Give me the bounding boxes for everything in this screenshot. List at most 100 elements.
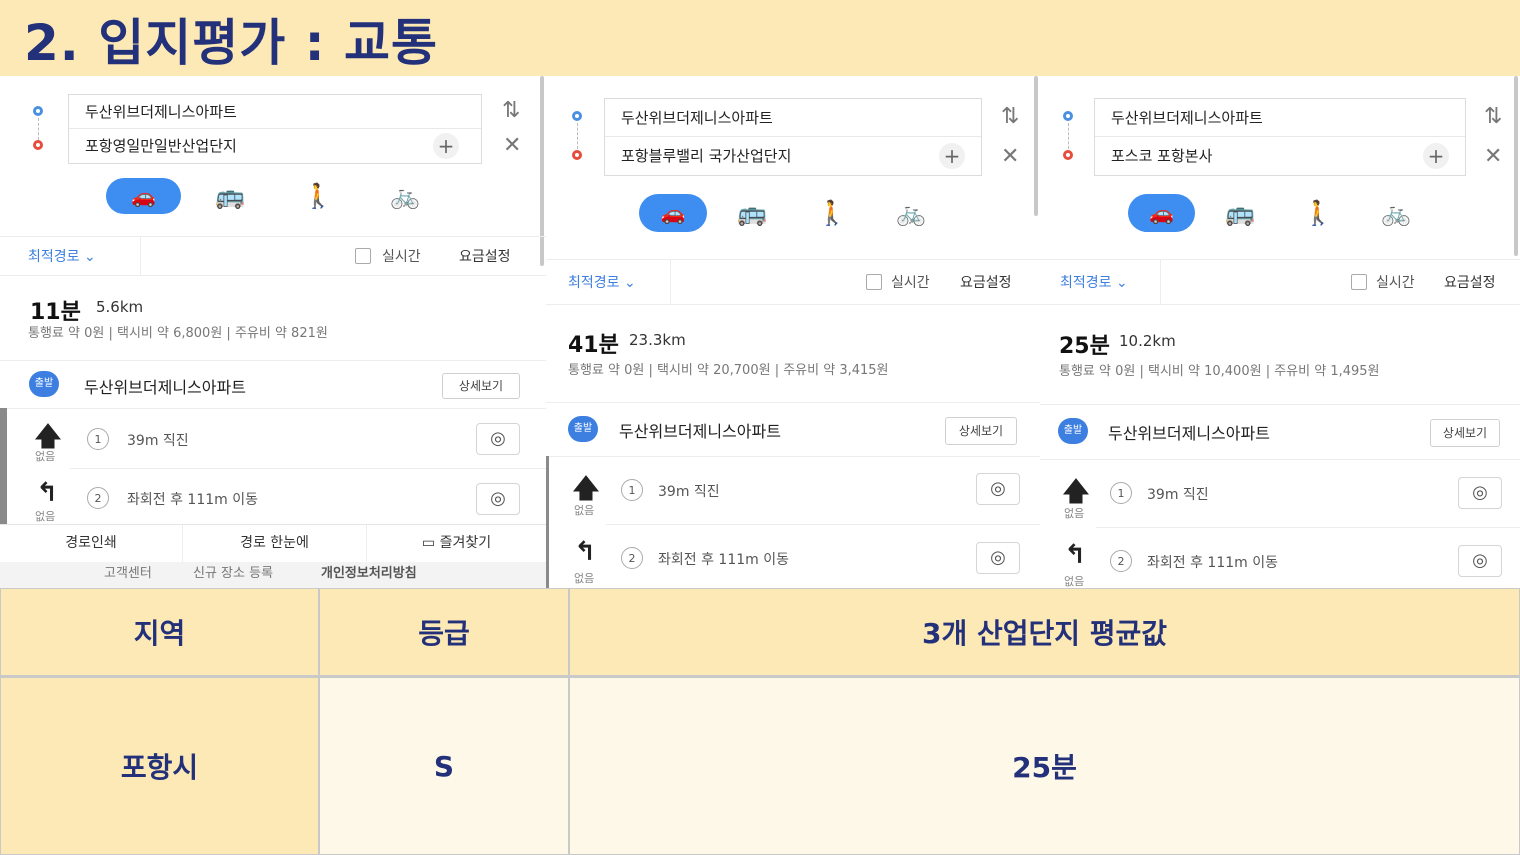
route-connector bbox=[38, 118, 39, 140]
car-mode-icon[interactable]: 🚗 bbox=[1128, 194, 1195, 232]
fee-setting-link[interactable]: 요금설정 bbox=[960, 272, 1012, 292]
customer-center-link[interactable]: 고객센터 bbox=[104, 562, 152, 586]
route-panel-3: 두산위브더제니스아파트 포스코 포항본사 + ⇅ ✕ 🚗 🚌 🚶 🚲 최적경로 … bbox=[1040, 76, 1520, 588]
destination-input[interactable]: 포스코 포항본사 bbox=[1095, 137, 1465, 175]
walk-mode-icon[interactable]: 🚶 bbox=[1300, 196, 1336, 230]
step-text: 39m 직진 bbox=[127, 433, 189, 449]
left-turn-arrow-icon: ↰ bbox=[1064, 540, 1086, 570]
add-waypoint-icon[interactable]: + bbox=[939, 143, 965, 169]
fee-setting-link[interactable]: 요금설정 bbox=[459, 246, 511, 266]
camera-icon[interactable]: ◎ bbox=[1458, 545, 1502, 577]
add-waypoint-icon[interactable]: + bbox=[1423, 143, 1449, 169]
route-overview-button[interactable]: 경로 한눈에 bbox=[183, 525, 366, 561]
best-route-dropdown[interactable]: 최적경로 ⌄ bbox=[28, 246, 96, 266]
camera-icon[interactable]: ◎ bbox=[476, 423, 520, 455]
start-pin-icon: 출발 bbox=[29, 371, 59, 397]
taxi-cost: 택시비 약 10,400원 bbox=[1148, 364, 1262, 379]
camera-icon[interactable]: ◎ bbox=[476, 483, 520, 515]
route-action-bar: 경로인쇄 경로 한눈에 ▭ 즐겨찾기 bbox=[0, 524, 546, 563]
best-route-label: 최적경로 bbox=[568, 275, 620, 291]
toll-cost: 통행료 약 0원 bbox=[1059, 364, 1136, 379]
realtime-checkbox[interactable] bbox=[866, 274, 882, 290]
camera-icon[interactable]: ◎ bbox=[976, 542, 1020, 574]
route-options: 최적경로 ⌄ 실시간 요금설정 bbox=[546, 259, 1040, 305]
divider bbox=[70, 468, 546, 469]
camera-icon[interactable]: ◎ bbox=[1458, 477, 1502, 509]
bus-mode-icon[interactable]: 🚌 bbox=[1222, 196, 1258, 230]
taxi-cost: 택시비 약 20,700원 bbox=[657, 363, 771, 378]
walk-mode-icon[interactable]: 🚶 bbox=[814, 196, 850, 230]
route-panel-1: 두산위브더제니스아파트 포항영일만일반산업단지 + ⇅ ✕ 🚗 🚌 🚶 🚲 최적… bbox=[0, 76, 546, 588]
route-search-box: 두산위브더제니스아파트 포스코 포항본사 + bbox=[1094, 98, 1466, 176]
destination-input[interactable]: 포항영일만일반산업단지 bbox=[69, 129, 481, 163]
taxi-cost: 택시비 약 6,800원 bbox=[117, 326, 223, 341]
table-cell-region: 포항시 bbox=[0, 678, 320, 855]
fee-setting-link[interactable]: 요금설정 bbox=[1444, 272, 1496, 292]
footer-links: 고객센터 신규 장소 등록 개인정보처리방침 bbox=[0, 562, 546, 588]
left-turn-arrow-icon: ↰ bbox=[574, 537, 596, 567]
travel-time: 41분 bbox=[568, 333, 619, 358]
step-number: 2 bbox=[1110, 550, 1132, 572]
realtime-checkbox[interactable] bbox=[355, 248, 371, 264]
bike-mode-icon[interactable]: 🚲 bbox=[1376, 196, 1416, 230]
realtime-label: 실시간 bbox=[891, 275, 930, 291]
walk-mode-icon[interactable]: 🚶 bbox=[300, 180, 336, 212]
origin-input[interactable]: 두산위브더제니스아파트 bbox=[1095, 99, 1465, 137]
car-mode-icon[interactable]: 🚗 bbox=[106, 178, 181, 214]
origin-input[interactable]: 두산위브더제니스아파트 bbox=[69, 95, 481, 129]
favorite-button[interactable]: ▭ 즐겨찾기 bbox=[367, 525, 546, 561]
toll-cost: 통행료 약 0원 bbox=[568, 363, 645, 378]
scrollbar[interactable] bbox=[1514, 76, 1518, 256]
destination-marker-icon bbox=[1063, 150, 1073, 160]
camera-icon[interactable]: ◎ bbox=[976, 473, 1020, 505]
close-icon[interactable]: ✕ bbox=[1484, 146, 1502, 168]
realtime-label: 실시간 bbox=[382, 249, 421, 265]
bike-mode-icon[interactable]: 🚲 bbox=[891, 196, 931, 230]
route-progress-bar bbox=[546, 456, 549, 588]
divider bbox=[0, 408, 546, 409]
destination-input[interactable]: 포항블루밸리 국가산업단지 bbox=[605, 137, 981, 175]
bike-mode-icon[interactable]: 🚲 bbox=[385, 180, 425, 212]
privacy-policy-link[interactable]: 개인정보처리방침 bbox=[321, 562, 417, 586]
swap-icon[interactable]: ⇅ bbox=[1001, 106, 1019, 128]
origin-input[interactable]: 두산위브더제니스아파트 bbox=[605, 99, 981, 137]
best-route-dropdown[interactable]: 최적경로 ⌄ bbox=[568, 272, 636, 292]
no-info-label: 없음 bbox=[574, 572, 595, 585]
step-text: 39m 직진 bbox=[658, 484, 720, 500]
chevron-down-icon: ⌄ bbox=[83, 249, 96, 265]
no-info-label: 없음 bbox=[1064, 507, 1085, 520]
page-title: 2. 입지평가 : 교통 bbox=[24, 14, 439, 72]
route-search-box: 두산위브더제니스아파트 포항블루밸리 국가산업단지 + bbox=[604, 98, 982, 176]
scrollbar[interactable] bbox=[1034, 76, 1038, 216]
best-route-label: 최적경로 bbox=[1060, 275, 1112, 291]
add-waypoint-icon[interactable]: + bbox=[433, 133, 459, 159]
route-options: 최적경로 ⌄ 실시간 요금설정 bbox=[0, 236, 546, 276]
swap-icon[interactable]: ⇅ bbox=[1484, 106, 1502, 128]
best-route-label: 최적경로 bbox=[28, 249, 80, 265]
summary-table: 지역 등급 3개 산업단지 평균값 포항시 S 25분 bbox=[0, 588, 1520, 855]
car-mode-icon[interactable]: 🚗 bbox=[639, 194, 707, 232]
divider bbox=[1040, 459, 1520, 460]
divider bbox=[606, 524, 1040, 525]
close-icon[interactable]: ✕ bbox=[503, 135, 521, 157]
fuel-cost: 주유비 약 3,415원 bbox=[783, 363, 889, 378]
detail-view-button[interactable]: 상세보기 bbox=[1430, 419, 1500, 447]
close-icon[interactable]: ✕ bbox=[1001, 146, 1019, 168]
realtime-checkbox[interactable] bbox=[1351, 274, 1367, 290]
bookmark-icon: ▭ bbox=[421, 535, 436, 551]
realtime-label: 실시간 bbox=[1376, 275, 1415, 291]
detail-view-button[interactable]: 상세보기 bbox=[945, 417, 1017, 445]
bus-mode-icon[interactable]: 🚌 bbox=[212, 180, 248, 212]
best-route-dropdown[interactable]: 최적경로 ⌄ bbox=[1060, 272, 1128, 292]
left-turn-arrow-icon: ↰ bbox=[36, 478, 58, 508]
print-route-button[interactable]: 경로인쇄 bbox=[0, 525, 182, 561]
bus-mode-icon[interactable]: 🚌 bbox=[734, 196, 770, 230]
step-number: 2 bbox=[87, 487, 109, 509]
step-number: 2 bbox=[621, 547, 643, 569]
swap-icon[interactable]: ⇅ bbox=[502, 100, 520, 122]
table-header-region: 지역 bbox=[0, 588, 320, 678]
start-location-name: 두산위브더제니스아파트 bbox=[84, 378, 246, 397]
register-place-link[interactable]: 신규 장소 등록 bbox=[193, 562, 273, 586]
detail-view-button[interactable]: 상세보기 bbox=[442, 373, 520, 399]
step-text: 좌회전 후 111m 이동 bbox=[127, 492, 258, 508]
